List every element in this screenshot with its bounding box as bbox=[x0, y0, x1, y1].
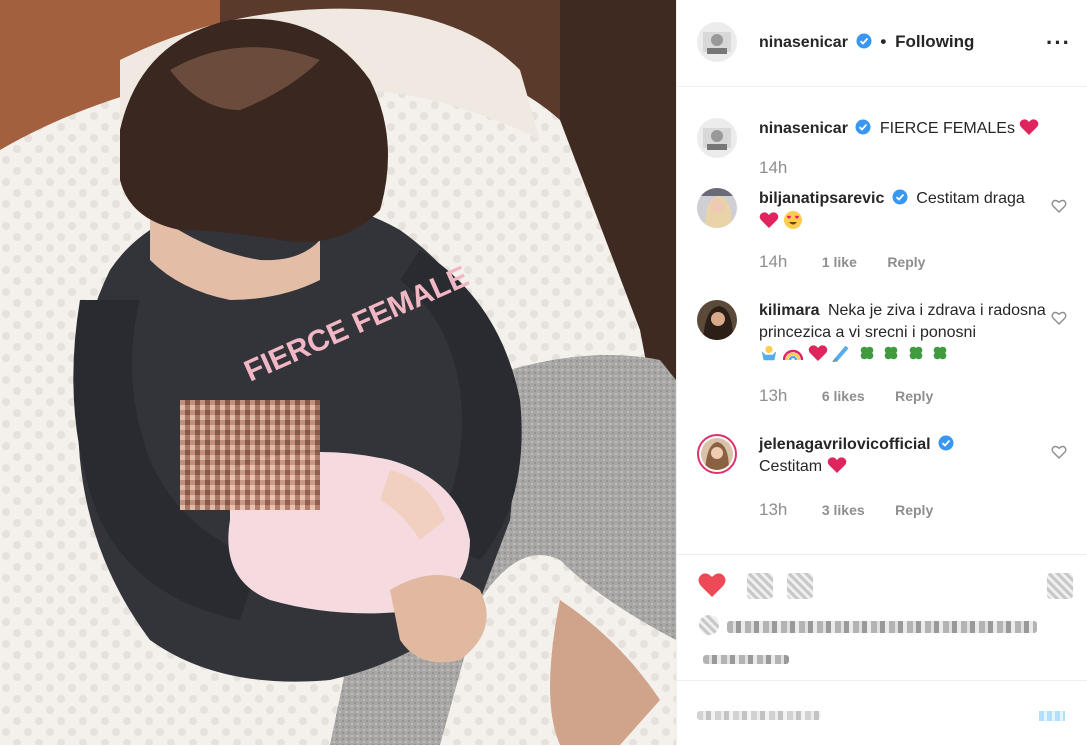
comment-body: jelenagavrilovicofficial Cestitam bbox=[759, 434, 1049, 478]
add-comment-input[interactable] bbox=[697, 711, 821, 720]
owner-name-row: ninasenicar • Following bbox=[759, 32, 974, 52]
post-photo[interactable]: FIERCE FEMALE bbox=[0, 0, 676, 745]
reply-button[interactable]: Reply bbox=[887, 254, 925, 270]
comment-body: kilimara Neka je ziva i zdrava i radosna… bbox=[759, 300, 1049, 366]
reply-button[interactable]: Reply bbox=[895, 502, 933, 518]
separator-dot: • bbox=[880, 32, 887, 51]
post-caption: ninasenicar FIERCE FEMALEs 14h bbox=[697, 118, 1077, 186]
reply-button[interactable]: Reply bbox=[895, 388, 933, 404]
comment-meta: 14h 1 like Reply bbox=[759, 252, 951, 272]
post-comment-button[interactable] bbox=[1039, 711, 1065, 721]
person-shrugging-emoji-icon bbox=[761, 345, 777, 361]
four-leaf-clover-emoji-icon bbox=[860, 346, 874, 360]
share-icon[interactable] bbox=[787, 573, 813, 599]
comment-username[interactable]: jelenagavrilovicofficial bbox=[759, 436, 931, 453]
heart-eyes-emoji-icon bbox=[784, 211, 803, 229]
comment-item: jelenagavrilovicofficial Cestitam 13h 3 … bbox=[697, 434, 1077, 524]
comment-text: Cestitam bbox=[759, 458, 823, 475]
verified-badge-icon bbox=[938, 435, 954, 451]
comment-text: Cestitam draga bbox=[916, 190, 1025, 207]
comment-time[interactable]: 13h bbox=[759, 386, 787, 405]
save-bookmark-icon[interactable] bbox=[1047, 573, 1073, 599]
commenter-avatar-story-ring[interactable] bbox=[697, 434, 737, 474]
post-timestamp[interactable] bbox=[703, 655, 789, 664]
like-comment-heart-icon[interactable] bbox=[1051, 310, 1067, 326]
more-options-icon[interactable]: ··· bbox=[1046, 30, 1071, 56]
rainbow-emoji-icon bbox=[783, 349, 804, 361]
caption-meta: 14h bbox=[759, 158, 817, 178]
red-heart-emoji-icon bbox=[808, 345, 828, 361]
four-leaf-clover-emoji-icon bbox=[933, 346, 947, 360]
comment-time[interactable]: 14h bbox=[759, 252, 787, 271]
commenter-avatar[interactable] bbox=[697, 300, 737, 340]
comment-like-count[interactable]: 6 likes bbox=[822, 388, 865, 404]
verified-badge-icon bbox=[855, 119, 871, 135]
red-heart-emoji-icon bbox=[1020, 119, 1039, 135]
post-photo-illustration: FIERCE FEMALE bbox=[0, 0, 676, 745]
caption-username[interactable]: ninasenicar bbox=[759, 120, 848, 137]
verified-badge-icon bbox=[892, 189, 908, 205]
verified-badge-icon bbox=[856, 33, 872, 49]
like-comment-heart-icon[interactable] bbox=[1051, 198, 1067, 214]
commenter-avatar[interactable] bbox=[697, 188, 737, 228]
four-leaf-clover-emoji-icon bbox=[884, 346, 898, 360]
comment-username[interactable]: kilimara bbox=[759, 302, 819, 319]
liked-by-text[interactable] bbox=[727, 621, 1037, 633]
liker-avatar[interactable] bbox=[699, 615, 719, 635]
post-header: ninasenicar • Following ··· bbox=[677, 0, 1087, 87]
caption-text: FIERCE FEMALEs bbox=[879, 120, 1015, 137]
caption-body: ninasenicar FIERCE FEMALEs bbox=[759, 118, 1049, 140]
comment-item: biljanatipsarevic Cestitam draga 14h 1 l… bbox=[697, 188, 1077, 276]
comment-icon[interactable] bbox=[747, 573, 773, 599]
comment-username[interactable]: biljanatipsarevic bbox=[759, 190, 884, 207]
post-side-panel: ninasenicar • Following ··· ninasenicar … bbox=[676, 0, 1087, 745]
following-button[interactable]: Following bbox=[895, 32, 974, 51]
comment-item: kilimara Neka je ziva i zdrava i radosna… bbox=[697, 300, 1077, 410]
comment-body: biljanatipsarevic Cestitam draga bbox=[759, 188, 1049, 233]
caption-avatar[interactable] bbox=[697, 118, 737, 158]
red-heart-emoji-icon bbox=[759, 212, 779, 228]
comment-like-count[interactable]: 1 like bbox=[822, 254, 857, 270]
post-actions bbox=[677, 554, 1087, 681]
comment-emoji-group bbox=[759, 345, 950, 363]
like-comment-heart-icon[interactable] bbox=[1051, 444, 1067, 460]
comment-time[interactable]: 13h bbox=[759, 500, 787, 519]
like-post-heart-icon[interactable] bbox=[697, 571, 727, 599]
four-leaf-clover-emoji-icon bbox=[909, 346, 923, 360]
caption-time[interactable]: 14h bbox=[759, 158, 787, 177]
owner-username[interactable]: ninasenicar bbox=[759, 34, 848, 51]
add-comment-bar bbox=[677, 680, 1087, 746]
comment-meta: 13h 6 likes Reply bbox=[759, 386, 959, 406]
red-heart-emoji-icon bbox=[827, 457, 846, 473]
comment-like-count[interactable]: 3 likes bbox=[822, 502, 865, 518]
comment-meta: 13h 3 likes Reply bbox=[759, 500, 959, 520]
syringe-emoji-icon bbox=[832, 345, 849, 363]
owner-avatar[interactable] bbox=[697, 22, 737, 62]
